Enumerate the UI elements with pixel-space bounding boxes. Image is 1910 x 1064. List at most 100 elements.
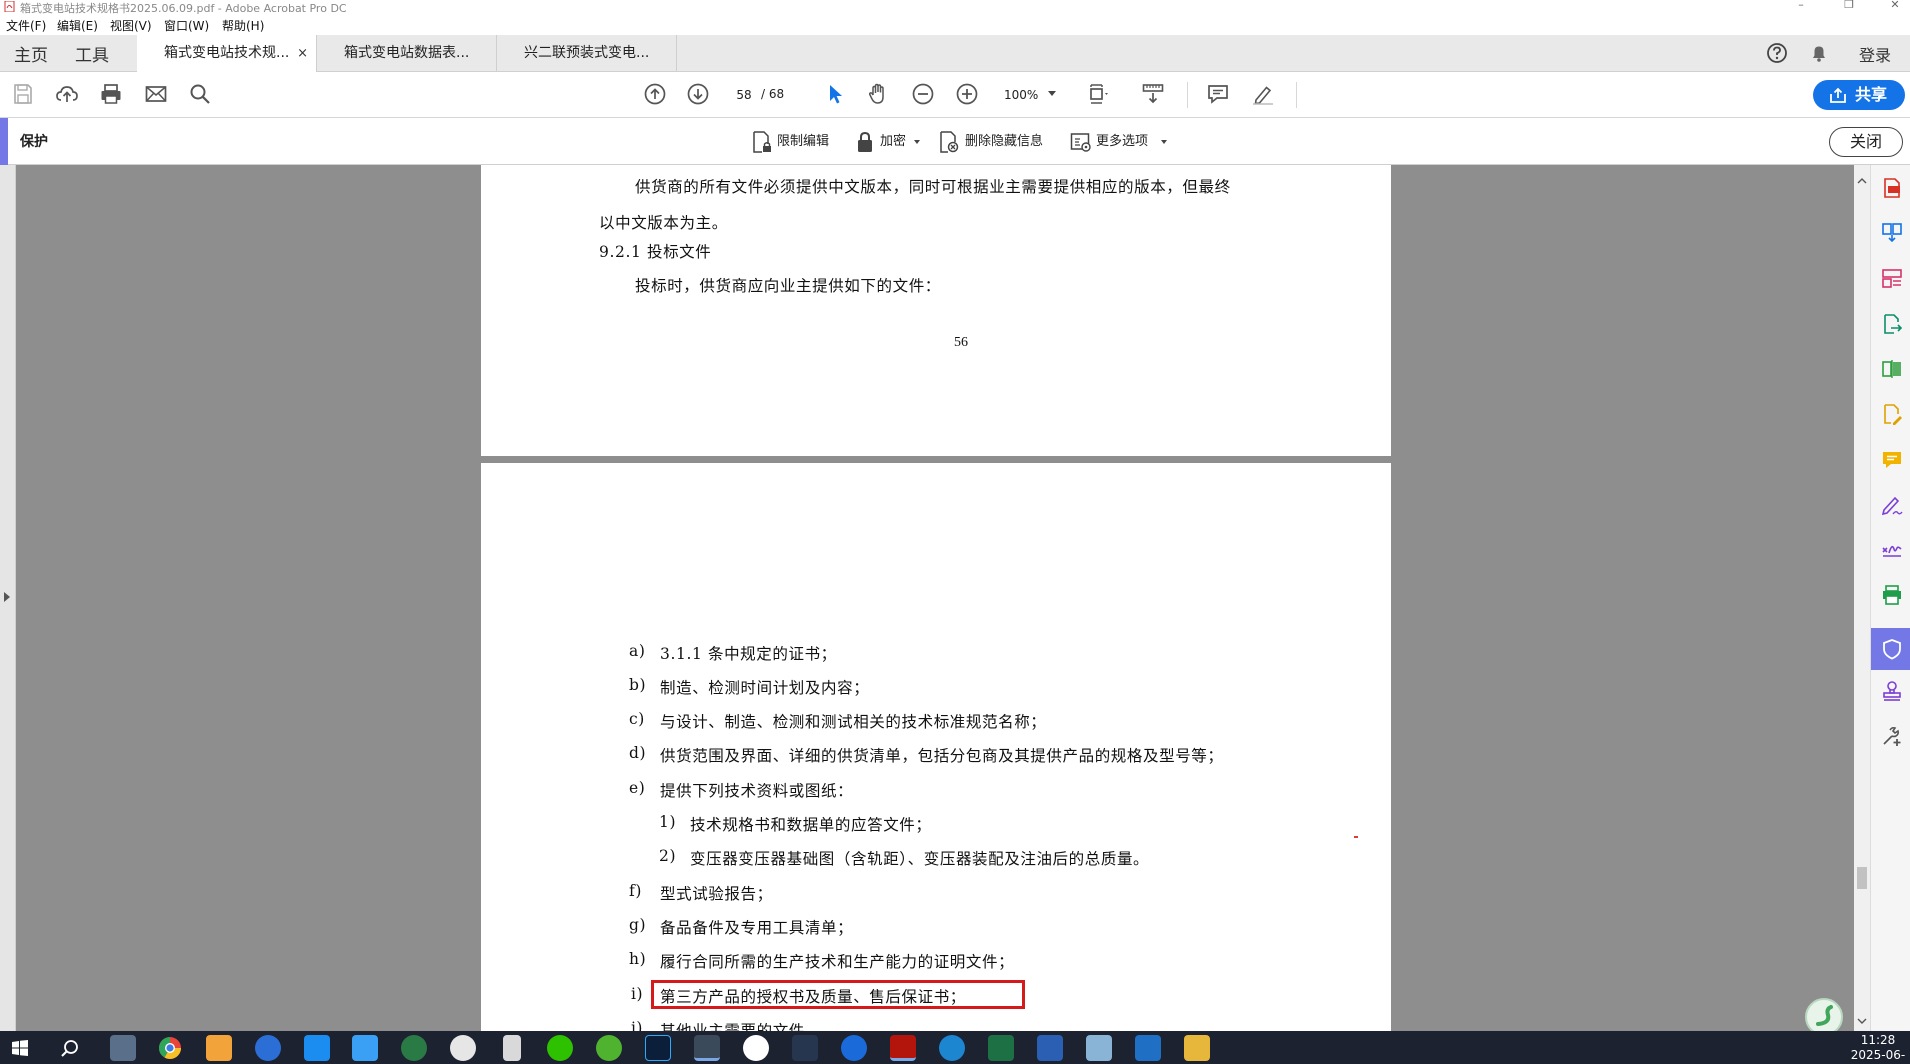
doc-tab-label: 兴二联预装式变电... — [524, 45, 650, 61]
scroll-mode-icon[interactable] — [1141, 82, 1165, 106]
list-item: 与设计、制造、检测和测试相关的技术标准规范名称； — [660, 713, 1047, 731]
save-icon[interactable] — [11, 82, 35, 106]
login-link[interactable]: 登录 — [1859, 42, 1891, 66]
stamp-icon[interactable] — [1881, 680, 1903, 702]
qq-app-icon[interactable] — [743, 1035, 769, 1061]
organize-pages-icon[interactable] — [1881, 267, 1903, 289]
list-item: 型式试验报告； — [660, 885, 773, 903]
cloud-upload-icon[interactable] — [55, 82, 79, 106]
pdf-app-icon — [4, 1, 15, 12]
print-icon[interactable] — [99, 82, 123, 106]
h-app-icon[interactable] — [1135, 1035, 1161, 1061]
image-viewer-app-icon[interactable] — [206, 1035, 232, 1061]
page-number-input[interactable]: 58 — [727, 84, 761, 106]
acrobat-app-icon[interactable] — [890, 1035, 916, 1061]
select-cursor-icon[interactable] — [823, 82, 847, 106]
search-icon[interactable] — [60, 1039, 80, 1059]
blue-app-icon[interactable] — [352, 1035, 378, 1061]
green-app-icon[interactable] — [401, 1035, 427, 1061]
more-options-button[interactable]: 更多选项 — [1070, 130, 1170, 154]
doc-tab[interactable]: 兴二联预装式变电... — [497, 35, 677, 72]
edge-app-icon[interactable] — [939, 1035, 965, 1061]
restrict-edit-button[interactable]: 限制编辑 — [752, 130, 846, 154]
list-item: 供货范围及界面、详细的供货清单，包括分包商及其提供产品的规格及型号等； — [660, 747, 1224, 765]
vertical-scrollbar[interactable] — [1854, 165, 1870, 1031]
scroll-up-icon[interactable] — [1857, 177, 1867, 185]
share-button[interactable]: 共享 — [1813, 80, 1905, 110]
help-icon[interactable] — [1766, 42, 1788, 64]
share-icon — [1830, 87, 1846, 103]
doc-tab[interactable]: 箱式变电站数据表... — [317, 35, 497, 72]
close-protect-button[interactable]: 关闭 — [1829, 127, 1903, 157]
export-pdf-icon[interactable] — [1881, 313, 1903, 335]
compare-files-icon[interactable] — [1881, 358, 1903, 380]
encrypt-button[interactable]: 加密 — [856, 130, 926, 154]
search-app-icon[interactable] — [841, 1035, 867, 1061]
menu-file[interactable]: 文件(F) — [6, 17, 46, 34]
tencent-meeting-app-icon[interactable] — [304, 1035, 330, 1061]
word-app-icon[interactable] — [1037, 1035, 1063, 1061]
comment-icon[interactable] — [1206, 82, 1230, 106]
list-marker: d) — [629, 744, 647, 762]
file-app-icon[interactable] — [503, 1035, 521, 1061]
minimize-button[interactable]: – — [1786, 0, 1816, 14]
window-close-button[interactable]: ✕ — [1880, 0, 1910, 14]
scrollbar-thumb[interactable] — [1857, 867, 1867, 889]
taskbar-clock[interactable]: 11:28 2025-06-15 — [1846, 1033, 1910, 1064]
more-options-label: 更多选项 — [1096, 134, 1149, 149]
fill-sign-icon[interactable] — [1881, 494, 1903, 516]
people-app-icon[interactable] — [255, 1035, 281, 1061]
hand-tool-icon[interactable] — [866, 82, 890, 106]
menu-view[interactable]: 视图(V) — [110, 17, 152, 34]
maximize-button[interactable]: ❐ — [1834, 0, 1864, 14]
doc-tab-close-button[interactable]: × — [297, 35, 308, 72]
list-item: 3.1.1 条中规定的证书； — [660, 645, 837, 663]
left-panel-toggle[interactable] — [0, 165, 16, 1031]
remove-hidden-info-button[interactable]: 删除隐藏信息 — [939, 130, 1053, 154]
wechat-app-icon[interactable] — [547, 1035, 573, 1061]
highlight-pen-icon[interactable] — [1251, 82, 1275, 106]
file-explorer-app-icon[interactable] — [1184, 1035, 1210, 1061]
photoshop-app-icon[interactable] — [645, 1035, 671, 1061]
calculator-app-icon[interactable] — [110, 1035, 136, 1061]
tab-tools[interactable]: 工具 — [75, 41, 109, 66]
menu-edit[interactable]: 编辑(E) — [57, 17, 98, 34]
notepad-app-icon[interactable] — [1086, 1035, 1112, 1061]
protect-tool-active[interactable] — [1871, 628, 1910, 670]
windows-taskbar: 11:28 2025-06-15 — [0, 1031, 1910, 1064]
next-page-icon[interactable] — [686, 82, 710, 106]
expand-panel-icon[interactable] — [4, 592, 10, 602]
combine-files-icon[interactable] — [1881, 221, 1903, 243]
page-fit-icon[interactable] — [1087, 82, 1111, 106]
bell-icon[interactable] — [1808, 42, 1830, 64]
zoom-in-icon[interactable] — [955, 82, 979, 106]
search-icon[interactable] — [188, 82, 212, 106]
stray-mark — [1354, 836, 1358, 838]
comment-tool-icon[interactable] — [1881, 449, 1903, 471]
edit-pdf-icon[interactable] — [1881, 403, 1903, 425]
menu-window[interactable]: 窗口(W) — [164, 17, 209, 34]
active-app-icon[interactable] — [694, 1035, 720, 1061]
scroll-down-icon[interactable] — [1857, 1017, 1867, 1025]
highlight-rectangle-annotation[interactable] — [651, 980, 1025, 1009]
doc-tab-active[interactable]: 箱式变电站技术规... × — [137, 35, 317, 73]
bird-app-icon[interactable] — [792, 1035, 818, 1061]
print-production-icon[interactable] — [1881, 584, 1903, 606]
create-pdf-icon[interactable] — [1881, 177, 1903, 199]
email-icon[interactable] — [144, 82, 168, 106]
chevron-down-icon[interactable] — [1048, 91, 1056, 96]
excel-app-icon[interactable] — [988, 1035, 1014, 1061]
windows-start-icon[interactable] — [12, 1040, 28, 1056]
chrome-app-icon[interactable] — [158, 1036, 182, 1060]
tab-home[interactable]: 主页 — [14, 41, 48, 66]
zoom-out-icon[interactable] — [911, 82, 935, 106]
restrict-edit-label: 限制编辑 — [777, 134, 830, 149]
vs-app-icon[interactable] — [450, 1035, 476, 1061]
menu-help[interactable]: 帮助(H) — [222, 17, 264, 34]
more-tools-icon[interactable] — [1881, 725, 1903, 747]
monitor-app-icon[interactable] — [596, 1035, 622, 1061]
request-signature-icon[interactable] — [1881, 539, 1903, 561]
previous-page-icon[interactable] — [643, 82, 667, 106]
title-bar: 箱式变电站技术规格书2025.06.09.pdf - Adobe Acrobat… — [0, 0, 1910, 15]
list-marker: 2) — [659, 847, 677, 865]
